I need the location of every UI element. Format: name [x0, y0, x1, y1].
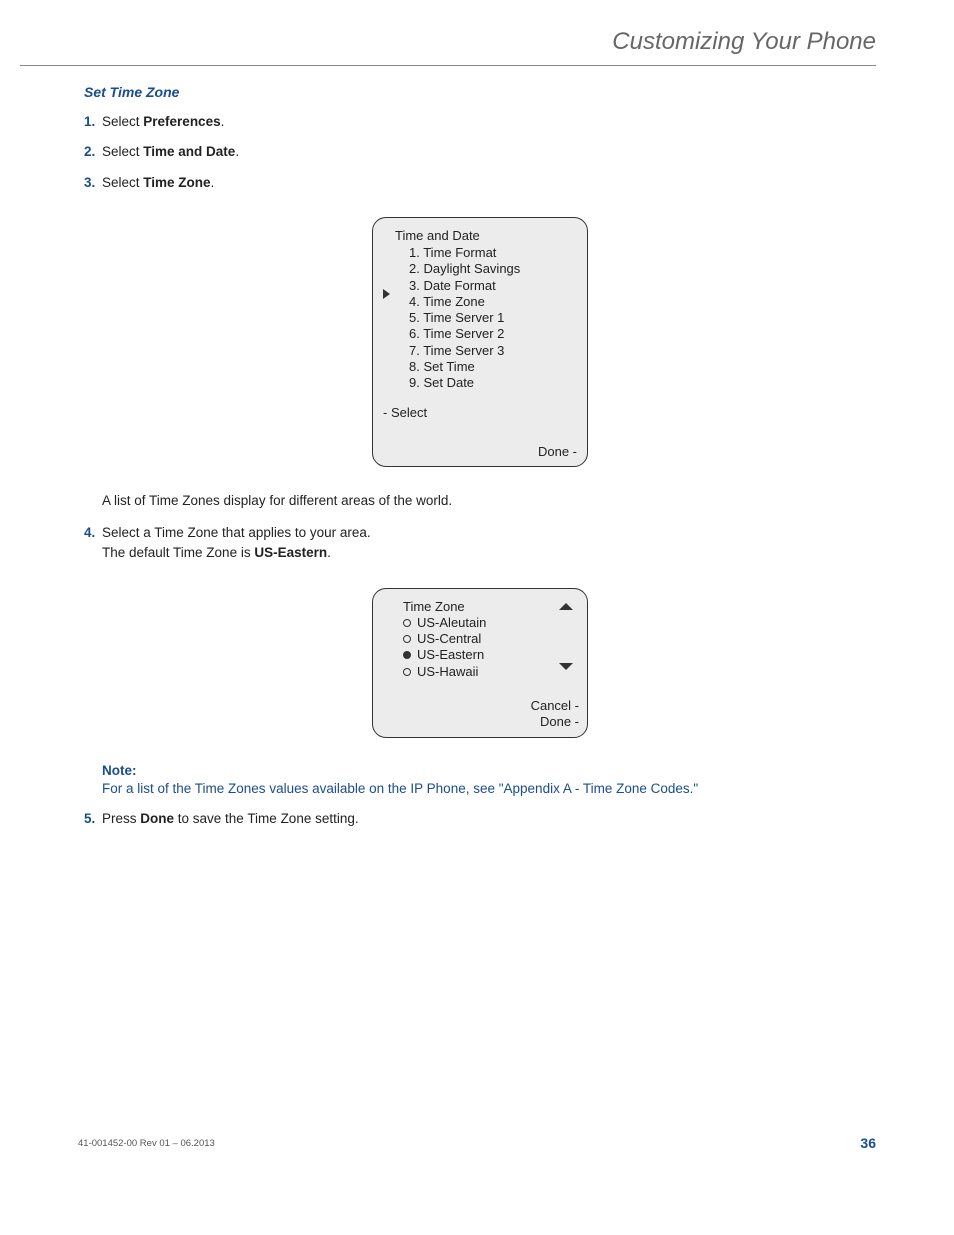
note-text: For a list of the Time Zones values avai…: [102, 781, 499, 796]
softkey-cancel: Cancel -: [531, 698, 579, 714]
softkey-select: - Select: [383, 405, 577, 421]
page-number: 36: [860, 1135, 876, 1151]
tz-option: US-Central: [403, 631, 577, 647]
radio-unselected-icon: [403, 668, 411, 676]
text: .: [235, 144, 239, 159]
step-text: Select Preferences.: [102, 112, 876, 132]
radio-unselected-icon: [403, 619, 411, 627]
step-text: Select Time Zone.: [102, 173, 876, 193]
step-number: 3.: [84, 173, 102, 193]
softkey-done: Done -: [540, 714, 579, 730]
menu-item: 1. Time Format: [409, 245, 577, 261]
menu-item: 9. Set Date: [409, 375, 577, 391]
screen-title: Time Zone: [403, 599, 577, 615]
note-label: Note:: [102, 762, 876, 781]
menu-item: 5. Time Server 1: [409, 310, 577, 326]
scroll-up-icon: [559, 603, 573, 610]
step-text: Select Time and Date.: [102, 142, 876, 162]
selection-arrow-icon: [383, 289, 390, 299]
option-label: US-Central: [417, 631, 481, 647]
menu-item-selected: 4. Time Zone: [409, 294, 577, 310]
step-text: Press Done to save the Time Zone setting…: [102, 809, 876, 829]
text: to save the Time Zone setting.: [174, 811, 359, 826]
screen-menu-list: 1. Time Format 2. Daylight Savings 3. Da…: [409, 245, 577, 391]
bold-text: Done: [140, 811, 174, 826]
body-paragraph: A list of Time Zones display for differe…: [102, 491, 876, 511]
menu-item: 2. Daylight Savings: [409, 261, 577, 277]
footer-revision: 41-001452-00 Rev 01 – 06.2013: [78, 1138, 215, 1149]
phone-screen-time-zone: Time Zone US-Aleutain US-Central US-East…: [372, 588, 588, 738]
softkey-done: Done -: [383, 444, 577, 460]
option-label: US-Hawaii: [417, 664, 478, 680]
step-number: 5.: [84, 809, 102, 829]
radio-unselected-icon: [403, 635, 411, 643]
text: Select: [102, 175, 143, 190]
step-4: 4. Select a Time Zone that applies to yo…: [84, 523, 876, 564]
text: The default Time Zone is: [102, 545, 254, 560]
bold-text: Time Zone: [143, 175, 210, 190]
step-number: 1.: [84, 112, 102, 132]
bold-text: Time and Date: [143, 144, 235, 159]
tz-option-selected: US-Eastern: [403, 647, 577, 663]
menu-item: 3. Date Format: [409, 278, 577, 294]
radio-selected-icon: [403, 651, 411, 659]
step-number: 4.: [84, 523, 102, 564]
step-3: 3. Select Time Zone.: [84, 173, 876, 193]
bold-text: US-Eastern: [254, 545, 327, 560]
note-block: Note: For a list of the Time Zones value…: [102, 762, 876, 800]
tz-option: US-Aleutain: [403, 615, 577, 631]
text: Select: [102, 114, 143, 129]
text: Press: [102, 811, 140, 826]
text: .: [211, 175, 215, 190]
step-text: Select a Time Zone that applies to your …: [102, 523, 876, 564]
text: .: [221, 114, 225, 129]
option-label: US-Eastern: [417, 647, 484, 663]
text: .: [327, 545, 331, 560]
phone-screen-time-and-date: Time and Date 1. Time Format 2. Daylight…: [372, 217, 588, 467]
step-2: 2. Select Time and Date.: [84, 142, 876, 162]
step-1: 1. Select Preferences.: [84, 112, 876, 132]
scroll-down-icon: [559, 663, 573, 670]
bold-text: Preferences: [143, 114, 220, 129]
time-zone-list: Time Zone US-Aleutain US-Central US-East…: [403, 599, 577, 680]
text: Select a Time Zone that applies to your …: [102, 525, 371, 540]
menu-item: 6. Time Server 2: [409, 326, 577, 342]
screen-title: Time and Date: [395, 228, 577, 244]
content-area: Set Time Zone 1. Select Preferences. 2. …: [84, 84, 876, 840]
menu-item: 8. Set Time: [409, 359, 577, 375]
note-link[interactable]: "Appendix A - Time Zone Codes.": [499, 781, 698, 796]
section-title: Set Time Zone: [84, 84, 876, 100]
page-header: Customizing Your Phone: [612, 28, 876, 56]
step-number: 2.: [84, 142, 102, 162]
text: Select: [102, 144, 143, 159]
tz-option: US-Hawaii: [403, 664, 577, 680]
step-5: 5. Press Done to save the Time Zone sett…: [84, 809, 876, 829]
option-label: US-Aleutain: [417, 615, 486, 631]
header-rule: [20, 65, 876, 66]
menu-item: 7. Time Server 3: [409, 343, 577, 359]
